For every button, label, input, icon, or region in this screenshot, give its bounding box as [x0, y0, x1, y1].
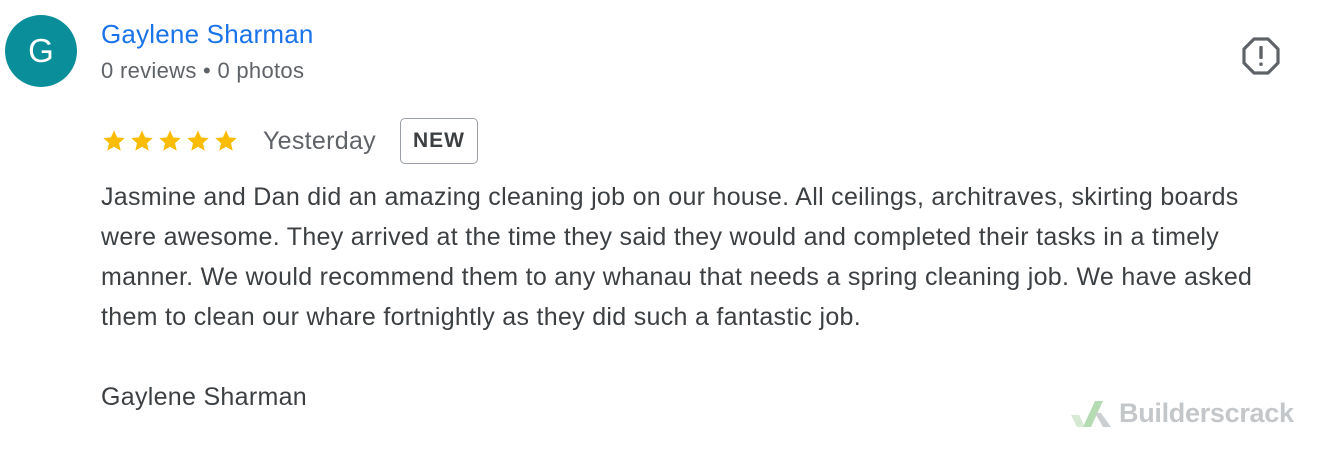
reviewer-name[interactable]: Gaylene Sharman: [101, 19, 314, 50]
reviewer-meta: 0 reviews • 0 photos: [101, 58, 305, 83]
review-date: Yesterday: [263, 126, 376, 155]
watermark: Builderscrack: [1069, 398, 1294, 429]
star-icon: [187, 130, 209, 151]
report-flag-icon[interactable]: [1241, 36, 1281, 76]
avatar-initial: G: [28, 32, 54, 69]
star-icon: [215, 130, 237, 151]
new-badge: NEW: [399, 118, 478, 164]
builderscrack-logo-icon: [1071, 400, 1111, 427]
star-icon: [103, 130, 125, 151]
watermark-text: Builderscrack: [1119, 398, 1294, 428]
rating-row: Yesterday NEW: [101, 117, 478, 165]
review-text: Jasmine and Dan did an amazing cleaning …: [101, 183, 1253, 331]
star-icon: [131, 130, 153, 151]
star-icon: [159, 130, 181, 151]
review-signature: Gaylene Sharman: [101, 383, 308, 411]
star-rating: [101, 128, 239, 154]
avatar[interactable]: G: [5, 15, 77, 87]
